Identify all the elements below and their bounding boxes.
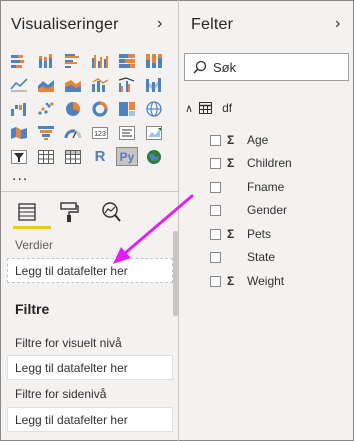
visualizations-title: Visualiseringer bbox=[11, 16, 119, 33]
donut-chart-icon[interactable] bbox=[89, 99, 111, 118]
pane-divider bbox=[1, 191, 178, 192]
treemap-icon[interactable] bbox=[116, 99, 138, 118]
visual-level-filters-drop-well[interactable]: Legg til datafelter her bbox=[7, 355, 173, 380]
table-df[interactable]: ∧ df bbox=[185, 101, 232, 115]
page-level-filters-label: Filtre for sidenivå bbox=[15, 387, 107, 401]
page-level-filters-drop-well[interactable]: Legg til datafelter her bbox=[7, 407, 173, 432]
collapse-visualizations-chevron-icon[interactable]: › bbox=[157, 15, 162, 33]
svg-text:123: 123 bbox=[94, 131, 106, 138]
r-visual-label: R bbox=[94, 148, 106, 165]
table-icon bbox=[199, 102, 213, 114]
python-visual-icon[interactable]: Py bbox=[116, 147, 138, 166]
field-name: Gender bbox=[247, 203, 288, 217]
search-input[interactable] bbox=[213, 59, 333, 75]
100-bar-icon[interactable] bbox=[116, 51, 138, 70]
visualization-tool-tabs bbox=[13, 199, 125, 229]
collapse-fields-chevron-icon[interactable]: › bbox=[335, 15, 340, 33]
field-name: Fname bbox=[247, 180, 285, 194]
values-drop-well[interactable]: Legg til datafelter her bbox=[7, 258, 173, 283]
checkbox[interactable] bbox=[210, 157, 221, 169]
scatter-icon[interactable] bbox=[35, 99, 57, 118]
slicer-icon[interactable] bbox=[8, 147, 30, 166]
gauge-icon[interactable] bbox=[62, 123, 84, 142]
field-row-state[interactable]: State bbox=[210, 249, 275, 265]
checkbox[interactable] bbox=[210, 251, 221, 263]
sigma-icon: Σ bbox=[227, 227, 235, 241]
sigma-icon: Σ bbox=[227, 156, 235, 170]
field-row-weight[interactable]: Σ Weight bbox=[210, 273, 284, 289]
field-row-age[interactable]: Σ Age bbox=[210, 132, 268, 148]
funnel-icon[interactable] bbox=[35, 123, 57, 142]
arcgis-icon[interactable] bbox=[143, 147, 165, 166]
ribbon-chart-icon[interactable] bbox=[143, 75, 165, 94]
field-name: Pets bbox=[247, 227, 272, 241]
table-name: df bbox=[222, 101, 233, 115]
field-name: Age bbox=[247, 133, 269, 147]
area-chart-icon[interactable] bbox=[35, 75, 57, 94]
line-chart-icon[interactable] bbox=[8, 75, 30, 94]
field-row-fname[interactable]: Fname bbox=[210, 179, 284, 195]
100-column-icon[interactable] bbox=[143, 51, 165, 70]
card-icon[interactable]: 123 bbox=[89, 123, 111, 142]
waterfall-icon[interactable] bbox=[8, 99, 30, 118]
stacked-bar-icon[interactable] bbox=[8, 51, 30, 70]
python-visual-label: Py bbox=[119, 149, 135, 164]
checkbox[interactable] bbox=[210, 181, 221, 193]
fields-tab-icon[interactable] bbox=[13, 199, 51, 229]
r-visual-icon[interactable]: R bbox=[89, 147, 111, 166]
field-name: Weight bbox=[247, 274, 285, 288]
values-label: Verdier bbox=[15, 238, 54, 252]
field-row-children[interactable]: Σ Children bbox=[210, 155, 292, 171]
checkbox[interactable] bbox=[210, 275, 221, 287]
analytics-magnifier-icon[interactable] bbox=[97, 199, 125, 225]
checkbox[interactable] bbox=[210, 228, 221, 240]
multirow-card-icon[interactable] bbox=[116, 123, 138, 142]
visual-type-gallery: 123 R Py bbox=[8, 51, 165, 166]
clustered-column-icon[interactable] bbox=[89, 51, 111, 70]
stacked-column-icon[interactable] bbox=[35, 51, 57, 70]
matrix-icon[interactable] bbox=[62, 147, 84, 166]
map-icon[interactable] bbox=[143, 99, 165, 118]
visualizations-pane: Visualiseringer › 123 R Py ... Verdier L… bbox=[1, 1, 178, 439]
line-clustered-column-icon[interactable] bbox=[116, 75, 138, 94]
field-name: Children bbox=[247, 156, 292, 170]
pie-chart-icon[interactable] bbox=[62, 99, 84, 118]
visual-level-filters-label: Filtre for visuelt nivå bbox=[15, 336, 122, 350]
checkbox[interactable] bbox=[210, 134, 221, 146]
table-icon[interactable] bbox=[35, 147, 57, 166]
filled-map-icon[interactable] bbox=[8, 123, 30, 142]
chevron-up-icon[interactable]: ∧ bbox=[185, 102, 193, 115]
fields-search-box[interactable] bbox=[184, 53, 349, 81]
kpi-icon[interactable] bbox=[143, 123, 165, 142]
filters-heading: Filtre bbox=[15, 301, 50, 317]
more-visuals-button[interactable]: ... bbox=[12, 167, 28, 185]
sigma-icon: Σ bbox=[227, 274, 235, 288]
search-icon bbox=[193, 60, 207, 74]
field-row-pets[interactable]: Σ Pets bbox=[210, 226, 271, 242]
fields-pane: Felter › ∧ df Σ Age Σ Children Fname Gen… bbox=[179, 1, 353, 439]
sigma-icon: Σ bbox=[227, 133, 235, 147]
line-column-icon[interactable] bbox=[89, 75, 111, 94]
checkbox[interactable] bbox=[210, 204, 221, 216]
fields-title: Felter bbox=[191, 16, 234, 33]
field-row-gender[interactable]: Gender bbox=[210, 202, 287, 218]
clustered-bar-icon[interactable] bbox=[62, 51, 84, 70]
format-paint-roller-icon[interactable] bbox=[55, 199, 83, 225]
field-name: State bbox=[247, 250, 276, 264]
stacked-area-icon[interactable] bbox=[62, 75, 84, 94]
